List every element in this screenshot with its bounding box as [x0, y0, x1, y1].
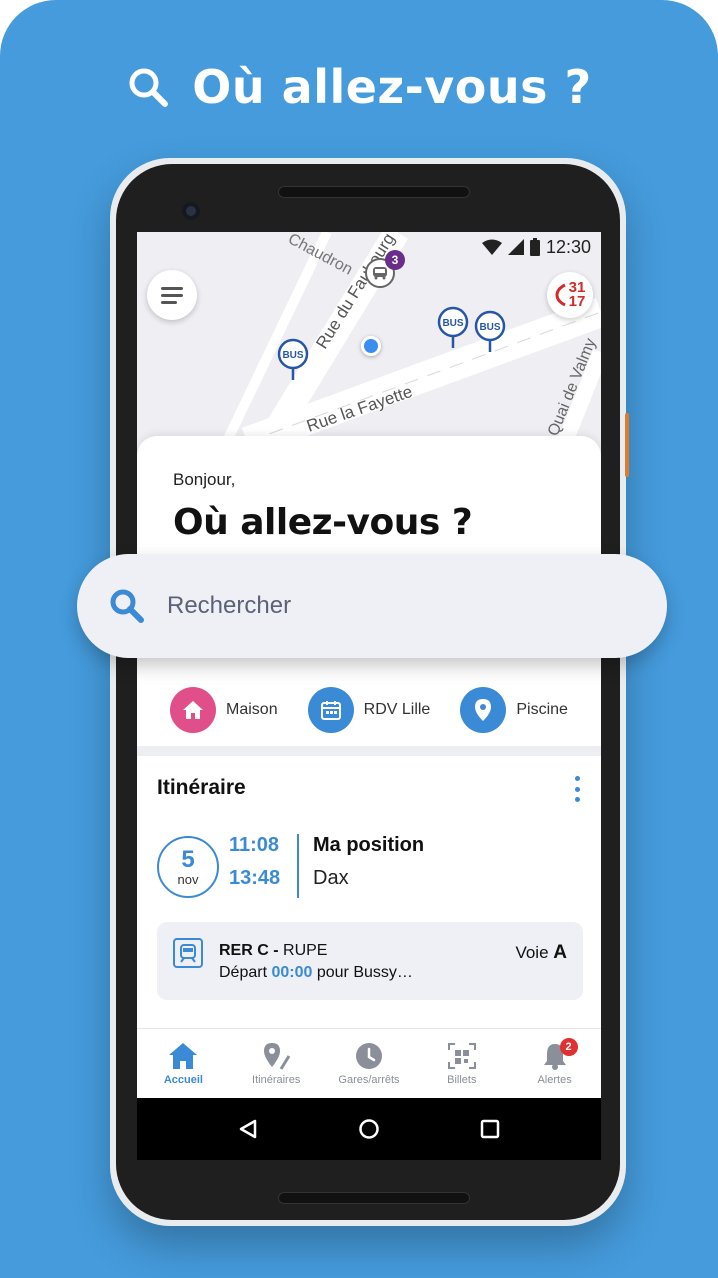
- alert-count-badge: 2: [559, 1037, 578, 1056]
- hamburger-icon: [161, 287, 183, 304]
- emergency-number: 31 17: [568, 280, 586, 310]
- departure-time: 11:08: [229, 834, 280, 856]
- emergency-3117-button[interactable]: 31 17: [547, 272, 593, 318]
- promo-headline: Où allez-vous ?: [0, 60, 718, 114]
- itinerary-times: 11:08 13:48: [229, 834, 280, 890]
- bus-stop-label: BUS: [282, 350, 303, 361]
- bus-stop-marker[interactable]: BUS: [437, 306, 469, 348]
- date-day: 5: [181, 845, 195, 873]
- status-bar: 12:30: [481, 232, 591, 262]
- train-line-name: RER C -: [219, 942, 279, 959]
- nav-label: Billets: [447, 1073, 477, 1086]
- qr-code-icon: [447, 1042, 476, 1069]
- train-icon: [173, 938, 203, 968]
- battery-icon: [529, 238, 540, 256]
- nav-alertes[interactable]: 2 Alertes: [510, 1037, 600, 1086]
- search-input[interactable]: Rechercher: [77, 554, 667, 658]
- emergency-number-bottom: 17: [568, 293, 586, 310]
- home-icon: [169, 1042, 198, 1069]
- map-view[interactable]: Chaudron Rue du Faubourg Rue la Fayette …: [137, 232, 601, 462]
- date-month: nov: [177, 871, 199, 887]
- back-icon[interactable]: [237, 1118, 259, 1140]
- train-departure-prefix: Départ: [219, 964, 268, 981]
- phone-icon: [555, 283, 566, 307]
- calendar-icon: [307, 687, 354, 733]
- section-divider: [137, 746, 601, 756]
- nav-accueil[interactable]: Accueil: [138, 1042, 228, 1086]
- nav-gares-arrets[interactable]: Gares/arrêts: [324, 1042, 414, 1086]
- itinerary-title: Itinéraire: [157, 776, 246, 799]
- system-navigation-bar: [137, 1098, 601, 1160]
- bus-stop-label: BUS: [479, 322, 500, 333]
- search-icon: [129, 68, 169, 107]
- status-time: 12:30: [545, 236, 591, 257]
- menu-button[interactable]: [147, 270, 197, 320]
- train-departure: Départ 00:00 pour Bussy…: [219, 964, 413, 982]
- shortcut-piscine[interactable]: Piscine: [460, 687, 568, 733]
- current-location-dot: [361, 336, 381, 356]
- itinerary-card[interactable]: Itinéraire 5 nov 11:08 13:48 Ma position…: [137, 756, 601, 1028]
- train-departure-suffix: pour Bussy…: [316, 964, 413, 981]
- nav-label: Alertes: [537, 1073, 572, 1086]
- search-placeholder: Rechercher: [167, 592, 292, 619]
- search-icon: [110, 589, 144, 623]
- platform-value: A: [553, 942, 567, 963]
- front-camera: [182, 202, 200, 220]
- favorite-shortcuts: Maison RDV Lille Piscine: [137, 672, 601, 748]
- bus-stop-marker[interactable]: BUS: [277, 338, 309, 380]
- bottom-navigation: Accueil Itinéraires Gares/arrêts Billets…: [137, 1028, 601, 1098]
- shortcut-maison[interactable]: Maison: [170, 687, 278, 733]
- shortcut-label: Piscine: [516, 701, 568, 718]
- train-departure-time: 00:00: [271, 964, 313, 981]
- headline-text: Où allez-vous ?: [192, 60, 592, 114]
- wifi-icon: [481, 239, 502, 255]
- bottom-speaker: [278, 1192, 470, 1204]
- shortcut-label: RDV Lille: [363, 701, 431, 718]
- bus-vehicle-icon: [373, 267, 387, 280]
- side-button: [625, 413, 629, 477]
- vehicle-count-badge: 3: [385, 250, 405, 270]
- bus-stop-label: BUS: [442, 318, 463, 329]
- nav-billets[interactable]: Billets: [417, 1042, 507, 1086]
- recents-icon[interactable]: [479, 1118, 501, 1140]
- clock-icon: [355, 1042, 382, 1069]
- nav-label: Itinéraires: [252, 1073, 301, 1086]
- greeting-text: Bonjour,: [173, 470, 236, 489]
- destination-place: Dax: [313, 867, 349, 889]
- nav-itineraires[interactable]: Itinéraires: [231, 1042, 321, 1086]
- card-title: Où allez-vous ?: [173, 502, 473, 543]
- phone-screen: Chaudron Rue du Faubourg Rue la Fayette …: [137, 232, 601, 1160]
- itinerary-places: Ma position Dax: [313, 834, 424, 890]
- date-badge: 5 nov: [157, 836, 219, 898]
- train-code: RUPE: [283, 942, 328, 959]
- shortcut-label: Maison: [226, 701, 278, 718]
- signal-icon: [507, 239, 524, 255]
- route-pin-icon: [264, 1042, 291, 1070]
- train-leg[interactable]: RER C - RUPE Départ 00:00 pour Bussy… Vo…: [157, 922, 583, 1000]
- train-line: RER C - RUPE: [219, 942, 327, 960]
- home-circle-icon[interactable]: [358, 1118, 380, 1140]
- bus-stop-marker[interactable]: BUS: [474, 310, 506, 352]
- arrival-time: 13:48: [229, 867, 281, 889]
- train-platform: Voie A: [515, 942, 567, 964]
- home-icon: [170, 687, 217, 733]
- earpiece-speaker: [278, 186, 470, 198]
- nav-label: Accueil: [163, 1073, 203, 1086]
- nav-label: Gares/arrêts: [338, 1073, 400, 1086]
- shortcut-rdv-lille[interactable]: RDV Lille: [307, 687, 431, 733]
- location-pin-icon: [460, 687, 507, 733]
- timeline-divider: [297, 834, 299, 898]
- origin-place: Ma position: [313, 834, 425, 856]
- platform-label: Voie: [515, 943, 549, 962]
- more-options-icon[interactable]: [573, 776, 581, 802]
